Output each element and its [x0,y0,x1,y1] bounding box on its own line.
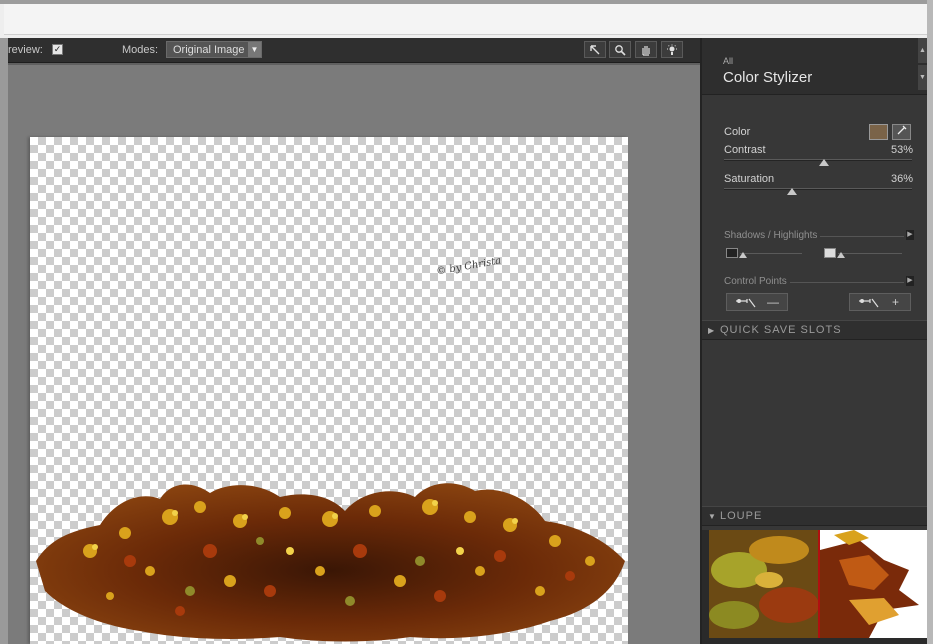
eyedropper-button[interactable] [892,124,911,140]
watermark-text: © by Christa [435,255,503,278]
document-preview[interactable]: © by Christa [30,137,628,644]
modes-selected-value: Original Image [173,44,245,56]
modes-dropdown[interactable]: Original Image ▼ [166,41,262,58]
preview-toolbar: review: ✓ Modes: Original Image ▼ [8,38,700,63]
saturation-slider-thumb[interactable] [786,188,797,195]
loupe-image [709,530,919,638]
shadows-swatch [726,248,738,258]
loupe-header[interactable]: ▼ LOUPE [702,506,927,526]
preview-label: review: [8,44,43,56]
zoom-tool-icon [615,45,626,56]
remove-symbol: — [767,295,779,309]
control-points-label: Control Points [724,276,790,287]
preview-checkbox[interactable]: ✓ [52,44,63,55]
highlights-slider-thumb[interactable] [837,252,845,258]
contrast-label: Contrast [724,144,766,156]
expand-arrow-icon: ▶ [708,326,716,335]
shadows-slider-thumb[interactable] [739,252,747,258]
quick-save-slots-label: QUICK SAVE SLOTS [720,324,842,336]
window-left-border [0,38,8,644]
lightbulb-tool-icon [667,44,677,55]
modes-label: Modes: [122,44,159,56]
hand-tool-icon [642,46,650,56]
filter-category[interactable]: All [723,56,733,66]
highlights-swatch [824,248,836,258]
loupe-preview[interactable] [709,530,927,638]
chevron-down-icon[interactable]: ▼ [248,42,261,57]
quick-save-slots-header[interactable]: ▶ QUICK SAVE SLOTS [702,320,927,340]
zoom-tool-button[interactable] [609,41,631,58]
scroll-up-icon[interactable]: ▲ [918,38,927,63]
saturation-slider-track[interactable] [724,188,912,190]
scroll-down-icon[interactable]: ▼ [918,65,927,90]
expand-arrow-icon[interactable]: ▶ [906,276,914,286]
expand-arrow-icon[interactable]: ▶ [906,230,914,240]
lightbulb-tool-button[interactable] [661,41,683,58]
control-points-section[interactable]: Control Points ▶ [724,276,914,288]
control-point-icon [859,298,879,308]
saturation-value: 36% [890,173,913,185]
collapse-arrow-icon: ▼ [708,512,717,521]
loupe-label: LOUPE [720,510,763,522]
contrast-slider-thumb[interactable] [818,159,829,166]
pointer-tool-button[interactable] [584,41,606,58]
pointer-tool-icon [590,45,600,55]
eyedropper-icon [897,125,906,135]
shadows-highlights-section[interactable]: Shadows / Highlights ▶ [724,230,914,242]
shadows-highlights-label: Shadows / Highlights [724,230,821,241]
color-label: Color [724,126,751,138]
contrast-value: 53% [890,144,913,156]
saturation-label: Saturation [724,173,775,185]
filter-header: All Color Stylizer ▲ ▼ [702,38,927,95]
autumn-foliage-image [36,483,625,642]
window-title-bar [0,0,933,38]
add-symbol: + [892,295,900,309]
filter-title[interactable]: Color Stylizer [723,69,812,86]
filter-control-panel: All Color Stylizer ▲ ▼ Color Contrast 53… [700,38,927,644]
remove-control-point-button[interactable]: — [726,293,788,311]
highlights-slider-track[interactable] [838,253,902,254]
window-right-border [927,0,933,644]
image-canvas[interactable]: © by Christa [8,63,700,644]
hand-tool-button[interactable] [635,41,657,58]
shadows-slider-track[interactable] [740,253,802,254]
control-point-icon [736,298,756,308]
color-swatch[interactable] [869,124,888,140]
add-control-point-button[interactable]: + [849,293,911,311]
